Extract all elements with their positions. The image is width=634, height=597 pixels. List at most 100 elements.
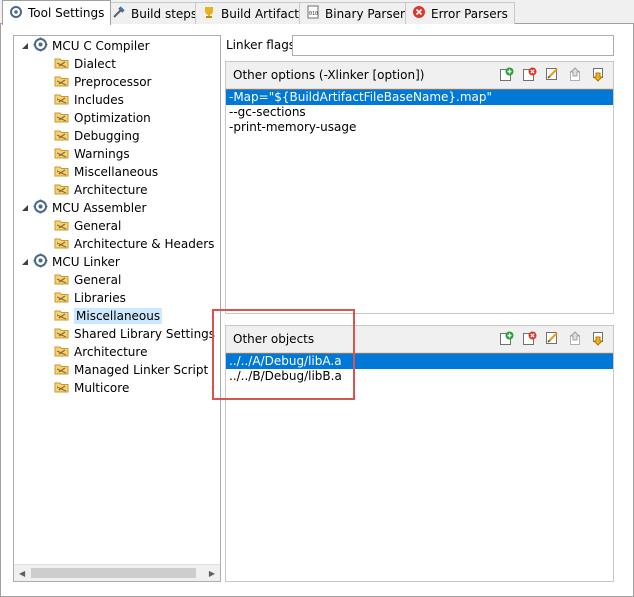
tab-label: Error Parsers [431, 6, 508, 21]
linker-flags-label: Linker flags [226, 38, 296, 52]
scroll-left-icon[interactable]: ◀ [19, 569, 25, 578]
tab-label: Binary Parsers [325, 6, 412, 21]
tree-item[interactable]: General [54, 217, 121, 235]
tree-item-label: Preprocessor [74, 75, 152, 89]
list-item[interactable]: -Map="${BuildArtifactFileBaseName}.map" [226, 90, 613, 105]
tree-item[interactable]: MCU C Compiler [20, 37, 150, 55]
tree-item[interactable]: Optimization [54, 109, 151, 127]
folder-settings-icon [54, 217, 70, 235]
folder-settings-icon [54, 235, 70, 253]
tree-item-label: Miscellaneous [74, 308, 163, 324]
folder-settings-icon [54, 325, 70, 343]
list-item[interactable]: --gc-sections [226, 105, 613, 120]
tree-item-label: Architecture & Headers [74, 237, 215, 251]
folder-settings-icon [54, 109, 70, 127]
other-options-title: Other options (-Xlinker [option]) [233, 68, 425, 82]
delete-icon[interactable] [521, 66, 538, 83]
tree-item-label: Dialect [74, 57, 116, 71]
folder-settings-icon [54, 307, 70, 325]
move-up-icon[interactable] [567, 66, 584, 83]
tree-item-label: General [74, 219, 122, 233]
tab-binary-parsers[interactable]: 010 Binary Parsers [299, 2, 419, 24]
tab-label: Build Artifact [221, 6, 299, 21]
collapse-icon[interactable] [20, 39, 29, 53]
highlight-box [212, 309, 355, 400]
folder-settings-icon [54, 73, 70, 91]
tool-settings-icon [9, 5, 23, 22]
settings-tree[interactable]: MCU C Compiler Dialect Preprocessor Include… [13, 35, 221, 582]
tab-error-parsers[interactable]: Error Parsers [405, 2, 515, 24]
tab-label: Build steps [131, 6, 198, 21]
tab-bar: Tool Settings Build steps Build Artifact… [0, 0, 634, 25]
tree-item-label: Warnings [74, 147, 130, 161]
add-icon[interactable] [498, 330, 515, 347]
tool-gear-icon [33, 199, 48, 217]
tree-item-label: MCU Linker [52, 255, 120, 269]
other-options-list[interactable]: -Map="${BuildArtifactFileBaseName}.map" -… [226, 89, 613, 313]
collapse-icon[interactable] [20, 201, 29, 215]
folder-settings-icon [54, 127, 70, 145]
tree-item-label: Debugging [74, 129, 140, 143]
folder-settings-icon [54, 343, 70, 361]
tree-item[interactable]: MCU Linker [20, 253, 120, 271]
linker-flags-input[interactable] [292, 35, 614, 56]
tree-item[interactable]: Dialect [54, 55, 116, 73]
tree-item[interactable]: Includes [54, 91, 124, 109]
delete-icon[interactable] [521, 330, 538, 347]
other-options-group: Other options (-Xlinker [option]) -Map="… [225, 61, 614, 314]
error-parsers-icon [412, 5, 426, 22]
folder-settings-icon [54, 379, 70, 397]
folder-settings-icon [54, 55, 70, 73]
tree-item-label: Libraries [74, 291, 126, 305]
collapse-icon[interactable] [20, 255, 29, 269]
folder-settings-icon [54, 361, 70, 379]
move-up-icon[interactable] [567, 330, 584, 347]
scrollbar-thumb[interactable] [31, 568, 196, 578]
tree-item-label: Includes [74, 93, 124, 107]
folder-settings-icon [54, 91, 70, 109]
tool-gear-icon [33, 37, 48, 55]
tree-item-label: Managed Linker Script [74, 363, 209, 377]
tree-item-label: MCU C Compiler [52, 39, 150, 53]
tree-item-label: Architecture [74, 345, 148, 359]
svg-text:010: 010 [309, 11, 318, 17]
tree-item-label: Miscellaneous [74, 165, 159, 179]
horizontal-scrollbar[interactable]: ◀ ▶ [14, 564, 220, 581]
tree-item[interactable]: Miscellaneous [54, 307, 163, 325]
tree-item[interactable]: Architecture [54, 343, 147, 361]
tree-item[interactable]: Warnings [54, 145, 130, 163]
tool-gear-icon [33, 253, 48, 271]
move-down-icon[interactable] [590, 330, 607, 347]
tree-item[interactable]: MCU Assembler [20, 199, 146, 217]
tab-tool-settings[interactable]: Tool Settings [2, 0, 112, 25]
tree-item[interactable]: Libraries [54, 289, 126, 307]
tree-item-label: General [74, 273, 122, 287]
tree-item[interactable]: Miscellaneous [54, 163, 158, 181]
tab-build-artifact[interactable]: Build Artifact [195, 2, 306, 24]
add-icon[interactable] [498, 66, 515, 83]
other-options-header: Other options (-Xlinker [option]) [226, 62, 613, 89]
tree-item[interactable]: Multicore [54, 379, 129, 397]
build-artifact-icon [202, 5, 216, 22]
other-objects-toolbar [498, 330, 607, 347]
tree-item[interactable]: Debugging [54, 127, 140, 145]
scroll-right-icon[interactable]: ▶ [209, 569, 215, 578]
list-item[interactable]: -print-memory-usage [226, 120, 613, 135]
build-steps-icon [112, 5, 126, 22]
tab-build-steps[interactable]: Build steps [105, 2, 205, 24]
folder-settings-icon [54, 271, 70, 289]
folder-settings-icon [54, 289, 70, 307]
tree-item[interactable]: Managed Linker Script [54, 361, 208, 379]
tree-item-label: Optimization [74, 111, 151, 125]
move-down-icon[interactable] [590, 66, 607, 83]
tree-item[interactable]: General [54, 271, 121, 289]
binary-parsers-icon: 010 [306, 5, 320, 22]
edit-icon[interactable] [544, 330, 561, 347]
tree-item-label: Architecture [74, 183, 148, 197]
folder-settings-icon [54, 181, 70, 199]
tree-item[interactable]: Architecture & Headers [54, 235, 214, 253]
tree-item[interactable]: Architecture [54, 181, 147, 199]
tree-item[interactable]: Shared Library Settings [54, 325, 215, 343]
edit-icon[interactable] [544, 66, 561, 83]
tree-item[interactable]: Preprocessor [54, 73, 151, 91]
